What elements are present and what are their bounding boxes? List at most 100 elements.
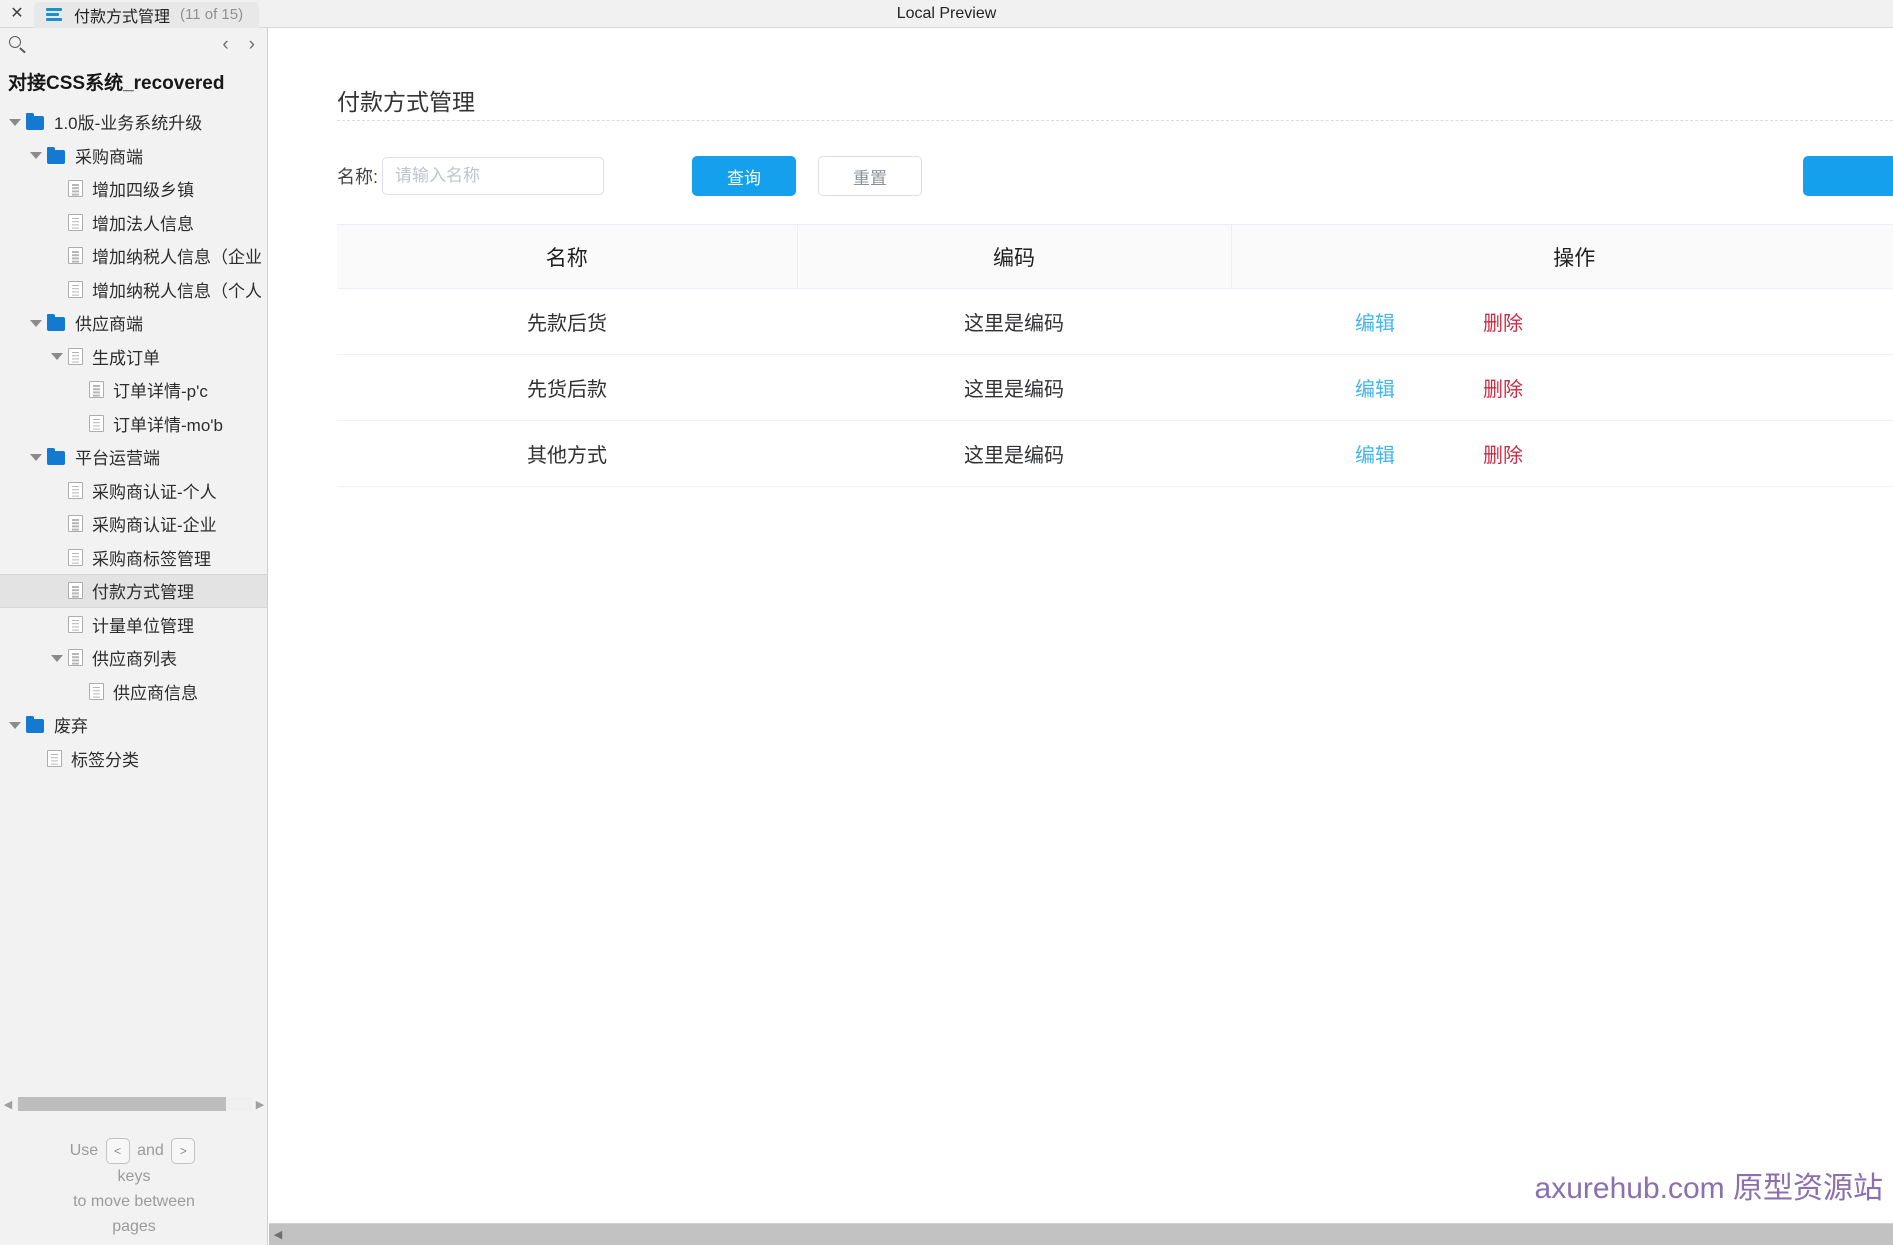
sitemap-item-10[interactable]: 平台运营端 — [0, 440, 267, 474]
page-icon — [68, 649, 83, 667]
name-filter-label: 名称: — [337, 167, 379, 187]
cell-name: 其他方式 — [337, 420, 797, 487]
sitemap-item-label: 计量单位管理 — [92, 616, 194, 636]
table-header: 名称 编码 操作 — [337, 224, 1893, 289]
scrollbar-thumb[interactable] — [18, 1097, 226, 1111]
delete-link[interactable]: 删除 — [1483, 439, 1523, 468]
browser-tab[interactable]: 付款方式管理 (11 of 15) — [34, 1, 260, 28]
table-row: 其他方式 这里是编码 编辑 删除 — [337, 420, 1893, 487]
sitemap-item-11[interactable]: 采购商认证-个人 — [0, 474, 267, 508]
caret-spacer — [50, 517, 64, 531]
page-icon — [47, 749, 62, 767]
sitemap-sidebar: ‹ › 对接CSS系统_recovered 1.0版-业务系统升级采购商端增加四… — [0, 28, 268, 1245]
key-next: > — [171, 1138, 196, 1164]
cell-operations: 编辑 删除 — [1231, 288, 1893, 355]
sitemap-item-9[interactable]: 订单详情-mo'b — [0, 407, 267, 441]
chevron-down-icon[interactable] — [29, 316, 43, 330]
table-row: 先款后货 这里是编码 编辑 删除 — [337, 288, 1893, 355]
caret-spacer — [50, 182, 64, 196]
cell-name: 先货后款 — [337, 354, 797, 421]
sitemap-item-label: 平台运营端 — [75, 449, 160, 469]
hint-line4: pages — [112, 1218, 156, 1235]
sitemap-item-3[interactable]: 增加法人信息 — [0, 206, 267, 240]
cell-code: 这里是编码 — [797, 354, 1231, 421]
sitemap-item-6[interactable]: 供应商端 — [0, 306, 267, 340]
canvas-horizontal-scrollbar[interactable]: ◀ — [269, 1223, 1893, 1245]
chevron-down-icon[interactable] — [50, 651, 64, 665]
sitemap-item-label: 采购商认证-个人 — [92, 482, 217, 502]
page-icon — [68, 347, 83, 365]
sitemap-item-label: 废弃 — [54, 717, 88, 737]
reset-button[interactable]: 重置 — [818, 156, 923, 196]
sitemap-item-1[interactable]: 采购商端 — [0, 139, 267, 173]
tab-page-count: (11 of 15) — [180, 6, 244, 23]
page-icon — [68, 481, 83, 499]
folder-icon — [47, 448, 66, 466]
watermark: axurehub.com 原型资源站 — [1534, 1172, 1883, 1205]
preview-canvas: 付款方式管理 名称: 查询 重置 名称 编码 操作 先款后货这里是编码编辑删除先… — [269, 28, 1893, 1245]
canvas-scroll-left-arrow-icon[interactable]: ◀ — [269, 1228, 287, 1241]
operations-group: 编辑 删除 — [1231, 439, 1893, 468]
sidebar-horizontal-scrollbar[interactable]: ◀ ▶ — [0, 1093, 267, 1115]
tab-title: 付款方式管理 — [74, 8, 171, 26]
edit-link[interactable]: 编辑 — [1355, 307, 1395, 336]
sitemap-item-17[interactable]: 供应商信息 — [0, 675, 267, 709]
sitemap-item-label: 增加纳税人信息（企业） — [92, 248, 261, 268]
chevron-down-icon[interactable] — [50, 349, 64, 363]
sitemap-item-12[interactable]: 采购商认证-企业 — [0, 507, 267, 541]
prev-page-button[interactable]: ‹ — [222, 35, 228, 54]
sitemap-item-label: 供应商列表 — [92, 650, 177, 670]
sitemap-item-8[interactable]: 订单详情-p'c — [0, 373, 267, 407]
sitemap-item-7[interactable]: 生成订单 — [0, 340, 267, 374]
caret-spacer — [50, 249, 64, 263]
add-button[interactable] — [1803, 156, 1893, 196]
sitemap-item-14[interactable]: 付款方式管理 — [0, 574, 267, 608]
cell-name: 先款后货 — [337, 288, 797, 355]
sitemap-item-15[interactable]: 计量单位管理 — [0, 608, 267, 642]
caret-spacer — [50, 584, 64, 598]
search-button[interactable]: 查询 — [692, 156, 797, 196]
sitemap-item-2[interactable]: 增加四级乡镇 — [0, 172, 267, 206]
sitemap-item-16[interactable]: 供应商列表 — [0, 641, 267, 675]
page-icon — [89, 682, 104, 700]
key-prev: < — [105, 1138, 130, 1164]
sitemap-item-18[interactable]: 废弃 — [0, 708, 267, 742]
page-icon — [68, 615, 83, 633]
sitemap-item-label: 付款方式管理 — [92, 583, 194, 603]
hint-line3: to move between — [73, 1193, 195, 1210]
sitemap-item-label: 增加法人信息 — [92, 214, 194, 234]
hint-use: Use — [69, 1142, 99, 1160]
close-tab-button[interactable]: ✕ — [0, 0, 34, 28]
next-page-button[interactable]: › — [249, 35, 255, 54]
keyboard-hint: Use < and > keys to move between pages — [0, 1138, 267, 1239]
page-icon — [68, 247, 83, 265]
scroll-right-arrow-icon[interactable]: ▶ — [252, 1098, 267, 1111]
filter-bar: 名称: 查询 重置 — [337, 148, 1893, 204]
sitemap-item-label: 供应商信息 — [113, 683, 198, 703]
sitemap-item-label: 订单详情-mo'b — [113, 415, 223, 435]
name-search-input[interactable] — [382, 157, 605, 195]
chevron-down-icon[interactable] — [8, 115, 22, 129]
chevron-down-icon[interactable] — [29, 148, 43, 162]
page-icon — [68, 180, 83, 198]
project-title: 对接CSS系统_recovered — [8, 73, 225, 94]
sitemap-item-19[interactable]: 标签分类 — [0, 742, 267, 776]
cell-operations: 编辑 删除 — [1231, 354, 1893, 421]
delete-link[interactable]: 删除 — [1483, 307, 1523, 336]
sitemap-item-5[interactable]: 增加纳税人信息（个人） — [0, 273, 267, 307]
search-icon[interactable] — [8, 34, 28, 54]
chevron-down-icon[interactable] — [29, 450, 43, 464]
edit-link[interactable]: 编辑 — [1355, 439, 1395, 468]
sitemap-item-4[interactable]: 增加纳税人信息（企业） — [0, 239, 267, 273]
sitemap-item-0[interactable]: 1.0版-业务系统升级 — [0, 105, 267, 139]
scroll-left-arrow-icon[interactable]: ◀ — [0, 1098, 16, 1111]
chevron-down-icon[interactable] — [8, 718, 22, 732]
page-icon — [68, 213, 83, 231]
caret-spacer — [50, 215, 64, 229]
sitemap-item-label: 采购商标签管理 — [92, 549, 211, 569]
scrollbar-track[interactable] — [16, 1097, 252, 1111]
sitemap-item-label: 采购商端 — [75, 147, 143, 167]
sitemap-item-13[interactable]: 采购商标签管理 — [0, 541, 267, 575]
edit-link[interactable]: 编辑 — [1355, 373, 1395, 402]
delete-link[interactable]: 删除 — [1483, 373, 1523, 402]
